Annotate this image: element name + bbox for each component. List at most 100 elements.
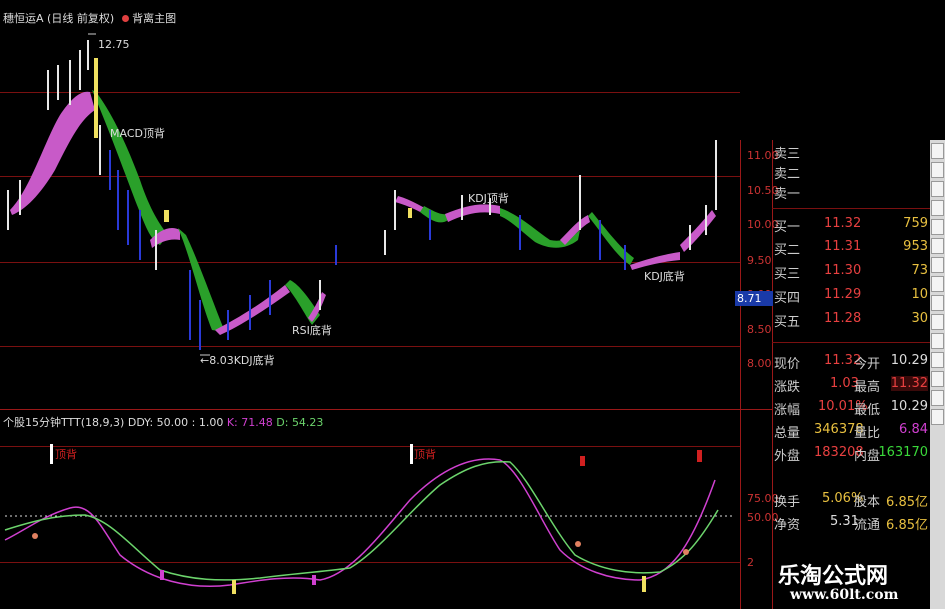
quote-label: 最高: [854, 380, 881, 395]
quote-row: 涨幅 10.01% 最低 10.29: [772, 396, 930, 419]
buy-row[interactable]: 买一 11.32 759: [772, 213, 930, 236]
toolbar-button[interactable]: [931, 143, 944, 159]
quote-label: 换手: [774, 495, 801, 510]
toolbar-button[interactable]: [931, 181, 944, 197]
quote-label: 外盘: [774, 449, 801, 464]
buy-volume: 73: [911, 263, 928, 278]
signal-mark: [50, 444, 53, 464]
toolbar-button[interactable]: [931, 371, 944, 387]
buy-volume: 10: [911, 287, 928, 302]
buy-price: 11.30: [824, 263, 862, 278]
signal-mark: [642, 576, 646, 592]
sub-chart-header: 个股15分钟TTT(18,9,3) DDY: 50.00 : 1.00 K: 7…: [3, 414, 323, 430]
macd-divergence-label: MACD顶背: [110, 127, 165, 140]
buy-price: 11.29: [824, 287, 862, 302]
sub-tick: 2: [747, 556, 754, 569]
quote-label: 今开: [854, 357, 881, 372]
trend-band-pink: [10, 91, 95, 215]
buy-price: 11.28: [824, 311, 862, 326]
signal-mark: [312, 575, 316, 585]
watermark-name: 乐淘公式网: [778, 564, 889, 589]
buy-label: 买四: [774, 291, 801, 306]
side-toolbar: [930, 140, 945, 609]
trend-band-green: [178, 228, 225, 332]
k-line: [4, 458, 716, 587]
one-value: : 1.00: [191, 416, 224, 429]
order-book-divider: [772, 208, 930, 209]
min-price-value: 8.03: [209, 354, 234, 367]
toolbar-button[interactable]: [931, 219, 944, 235]
chart-header: 穗恒运A (日线 前复权) 背离主图: [3, 10, 176, 26]
quote-label: 最低: [854, 403, 881, 418]
price-tick: 9.50: [747, 254, 772, 267]
quote-row: 涨跌 1.03 最高 11.32: [772, 373, 930, 396]
quote-row: 现价 11.32 今开 10.29: [772, 350, 930, 373]
toolbar-button[interactable]: [931, 257, 944, 273]
toolbar-button[interactable]: [931, 314, 944, 330]
quote-label: 涨跌: [774, 380, 801, 395]
panel-divider: [0, 409, 772, 410]
signal-mark: [410, 444, 413, 464]
top-divergence-mark: 顶背: [55, 448, 77, 461]
cross-dot: [32, 533, 38, 539]
cross-dot: [683, 549, 689, 555]
buy-volume: 759: [903, 216, 928, 231]
toolbar-button[interactable]: [931, 295, 944, 311]
d-line: [4, 460, 719, 581]
quote-row: 总量 346378 量比 6.84: [772, 419, 930, 442]
quote-label: 净资: [774, 518, 801, 533]
trend-band-green: [588, 212, 634, 265]
toolbar-button[interactable]: [931, 162, 944, 178]
rsi-bottom-divergence-label: RSI底背: [292, 324, 332, 337]
toolbar-button[interactable]: [931, 276, 944, 292]
toolbar-button[interactable]: [931, 200, 944, 216]
d-value: D: 54.23: [276, 416, 324, 429]
quote-value: 163170: [878, 445, 928, 460]
kdj-top-divergence-label: KDJ顶背: [468, 192, 509, 205]
price-chart[interactable]: [0, 30, 740, 408]
quote-value: 6.85亿: [886, 495, 928, 510]
trend-band-green: [92, 90, 168, 245]
kdj-bottom-left-label: KDJ底背: [233, 354, 275, 367]
kd-sub-chart[interactable]: [0, 430, 740, 609]
quote-value: 11.32: [890, 376, 928, 391]
quote-label: 内盘: [854, 449, 881, 464]
signal-mark: [160, 570, 164, 580]
indicator-dot-icon: [121, 15, 129, 22]
trend-band-pink: [215, 285, 290, 335]
toolbar-button[interactable]: [931, 409, 944, 425]
signal-mark: [580, 456, 585, 466]
buy-price: 11.32: [824, 216, 862, 231]
candles: [7, 40, 717, 350]
trend-band-pink: [680, 210, 716, 252]
axis-divider: [740, 140, 741, 609]
main-indicator-label[interactable]: 背离主图: [132, 12, 176, 25]
quote-label: 流通: [854, 518, 881, 533]
toolbar-button[interactable]: [931, 333, 944, 349]
toolbar-button[interactable]: [931, 390, 944, 406]
sub-chart-title[interactable]: 个股15分钟TTT(18,9,3): [3, 416, 124, 429]
kdj-bottom-divergence-label: KDJ底背: [644, 270, 685, 283]
quote-value: 6.84: [899, 422, 928, 437]
quote-label: 量比: [854, 426, 881, 441]
min-price-label: ←8.03KDJ底背: [200, 354, 275, 367]
buy-volume: 953: [903, 239, 928, 254]
buy-volume: 30: [911, 311, 928, 326]
signal-mark: [697, 450, 702, 462]
toolbar-button[interactable]: [931, 352, 944, 368]
max-price-label: 12.75: [98, 38, 130, 51]
quote-value: 6.85亿: [886, 518, 928, 533]
buy-row[interactable]: 买五 11.28 30: [772, 308, 930, 331]
quote-label: 总量: [774, 426, 801, 441]
buy-row[interactable]: 买二 11.31 953: [772, 236, 930, 259]
sell-label: 卖一: [774, 187, 801, 202]
buy-label: 买一: [774, 220, 801, 235]
quote-row: 换手 5.06% 股本 6.85亿: [772, 488, 930, 511]
toolbar-button[interactable]: [931, 238, 944, 254]
stock-title[interactable]: 穗恒运A: [3, 12, 44, 25]
quote-value: 10.29: [890, 353, 928, 368]
trend-band-pink: [445, 204, 500, 222]
buy-row[interactable]: 买三 11.30 73: [772, 260, 930, 283]
sell-row[interactable]: 卖一: [772, 180, 930, 203]
buy-row[interactable]: 买四 11.29 10: [772, 284, 930, 307]
